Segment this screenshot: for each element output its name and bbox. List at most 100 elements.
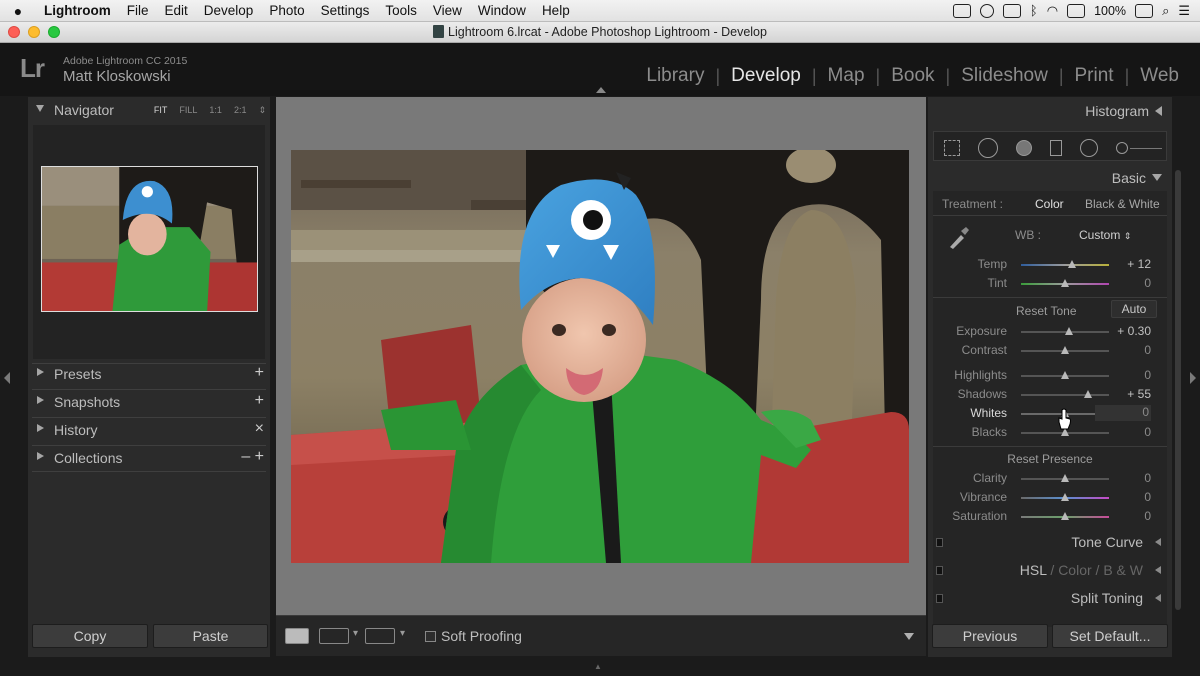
menu-window[interactable]: Window xyxy=(470,3,534,18)
radial-filter-icon[interactable] xyxy=(1080,139,1098,157)
module-print[interactable]: Print xyxy=(1064,65,1125,87)
whites-value[interactable]: 0 xyxy=(1095,405,1151,421)
before-after-tb-button[interactable] xyxy=(365,628,395,644)
split-toning-header[interactable]: Split Toning xyxy=(933,587,1167,611)
bw-tab[interactable]: B & W xyxy=(1103,562,1143,578)
tint-slider-thumb[interactable] xyxy=(1061,279,1069,287)
history-header[interactable]: History × xyxy=(28,417,270,443)
airplay-icon[interactable] xyxy=(1067,3,1086,18)
exposure-value[interactable]: + 0.30 xyxy=(1095,324,1151,338)
highlights-slider-thumb[interactable] xyxy=(1061,371,1069,379)
panel-switch-icon[interactable] xyxy=(936,566,943,575)
navigator-thumbnail[interactable] xyxy=(41,166,258,312)
add-snapshot-button[interactable]: + xyxy=(255,392,264,410)
presets-header[interactable]: Presets + xyxy=(28,361,270,387)
module-slideshow[interactable]: Slideshow xyxy=(950,65,1059,87)
panel-switch-icon[interactable] xyxy=(936,538,943,547)
exposure-slider-thumb[interactable] xyxy=(1065,327,1074,335)
auto-tone-button[interactable]: Auto xyxy=(1111,300,1157,318)
wifi-icon[interactable]: ◠ xyxy=(1047,3,1058,19)
basic-header[interactable]: Basic xyxy=(1112,170,1162,186)
minimize-window-button[interactable] xyxy=(28,26,40,38)
copy-button[interactable]: Copy xyxy=(32,624,148,648)
top-panel-toggle-icon[interactable] xyxy=(596,87,606,93)
graduated-filter-icon[interactable] xyxy=(1050,140,1062,156)
zoom-fill[interactable]: FILL xyxy=(179,105,197,116)
vibrance-slider-thumb[interactable] xyxy=(1061,493,1069,501)
module-library[interactable]: Library xyxy=(635,65,715,87)
adjustment-brush-icon[interactable] xyxy=(1116,142,1128,154)
zoom-window-button[interactable] xyxy=(48,26,60,38)
wb-select[interactable]: Custom ⇕ xyxy=(1079,228,1131,242)
before-after-tb-menu-icon[interactable]: ▾ xyxy=(400,628,405,639)
color-tab[interactable]: Color xyxy=(1058,562,1091,578)
display-icon[interactable] xyxy=(1002,3,1021,18)
before-after-lr-button[interactable] xyxy=(319,628,349,644)
contrast-slider-thumb[interactable] xyxy=(1061,346,1069,354)
menu-view[interactable]: View xyxy=(425,3,470,18)
module-web[interactable]: Web xyxy=(1129,65,1190,87)
close-window-button[interactable] xyxy=(8,26,20,38)
hsl-tab[interactable]: HSL xyxy=(1020,562,1047,578)
menu-help[interactable]: Help xyxy=(534,3,578,18)
menu-edit[interactable]: Edit xyxy=(157,3,196,18)
module-map[interactable]: Map xyxy=(817,65,876,87)
zoom-1-1[interactable]: 1:1 xyxy=(209,105,222,116)
right-panel-toggle-icon[interactable] xyxy=(1190,372,1196,384)
menu-photo[interactable]: Photo xyxy=(261,3,312,18)
left-panel-toggle-icon[interactable] xyxy=(4,372,10,384)
panel-switch-icon[interactable] xyxy=(936,594,943,603)
creative-cloud-icon[interactable] xyxy=(979,3,994,18)
module-book[interactable]: Book xyxy=(880,65,945,87)
reset-tone-button[interactable]: Reset Tone xyxy=(1016,304,1077,318)
battery-icon[interactable] xyxy=(1135,3,1154,18)
hsl-header[interactable]: HSL / Color / B & W xyxy=(933,559,1167,583)
vibrance-value[interactable]: 0 xyxy=(1095,490,1151,504)
red-eye-tool-icon[interactable] xyxy=(1016,140,1032,156)
menu-file[interactable]: File xyxy=(119,3,157,18)
shadows-value[interactable]: + 55 xyxy=(1095,387,1151,401)
temp-slider-thumb[interactable] xyxy=(1068,260,1077,268)
contrast-value[interactable]: 0 xyxy=(1095,343,1151,357)
wb-eyedropper-icon[interactable] xyxy=(945,225,971,251)
toolbar-content-menu-icon[interactable] xyxy=(904,633,914,640)
clarity-value[interactable]: 0 xyxy=(1095,471,1151,485)
menu-develop[interactable]: Develop xyxy=(196,3,262,18)
add-preset-button[interactable]: + xyxy=(255,364,264,382)
treatment-bw-option[interactable]: Black & White xyxy=(1085,197,1160,211)
snapshots-header[interactable]: Snapshots + xyxy=(28,389,270,415)
menu-tools[interactable]: Tools xyxy=(377,3,425,18)
collections-add-remove-button[interactable]: – + xyxy=(241,448,264,466)
tone-curve-header[interactable]: Tone Curve xyxy=(933,531,1167,555)
before-after-menu-icon[interactable]: ▾ xyxy=(353,628,358,639)
navigator-header[interactable]: Navigator FIT FILL 1:1 2:1 ⇕ xyxy=(28,97,270,123)
loupe-view-button[interactable] xyxy=(285,628,309,644)
highlights-value[interactable]: 0 xyxy=(1095,368,1151,382)
temp-value[interactable]: + 12 xyxy=(1095,257,1151,271)
spot-removal-tool-icon[interactable] xyxy=(978,138,998,158)
crop-tool-icon[interactable] xyxy=(944,140,960,156)
soft-proofing-checkbox[interactable] xyxy=(425,631,436,642)
histogram-header[interactable]: Histogram xyxy=(1085,103,1162,119)
tint-value[interactable]: 0 xyxy=(1095,276,1151,290)
main-photo[interactable] xyxy=(291,150,909,563)
paste-button[interactable]: Paste xyxy=(153,624,268,648)
saturation-value[interactable]: 0 xyxy=(1095,509,1151,523)
shadows-slider-thumb[interactable] xyxy=(1083,390,1092,398)
bluetooth-icon[interactable]: ᛒ xyxy=(1030,3,1038,18)
zoom-fit[interactable]: FIT xyxy=(154,105,168,116)
collections-header[interactable]: Collections – + xyxy=(28,445,270,471)
notification-center-icon[interactable]: ☰ xyxy=(1178,3,1190,19)
set-default-button[interactable]: Set Default... xyxy=(1052,624,1168,648)
spotlight-search-icon[interactable]: ⌕ xyxy=(1162,3,1169,19)
menu-lightroom[interactable]: Lightroom xyxy=(36,3,119,18)
saturation-slider-thumb[interactable] xyxy=(1061,512,1069,520)
image-canvas[interactable] xyxy=(276,97,926,615)
apple-menu-icon[interactable]: ● xyxy=(0,3,36,19)
blacks-value[interactable]: 0 xyxy=(1095,425,1151,439)
clarity-slider-thumb[interactable] xyxy=(1061,474,1069,482)
screen-recorder-icon[interactable] xyxy=(952,3,971,18)
treatment-color-option[interactable]: Color xyxy=(1035,197,1064,211)
clear-history-button[interactable]: × xyxy=(255,420,264,438)
module-develop[interactable]: Develop xyxy=(720,65,812,87)
